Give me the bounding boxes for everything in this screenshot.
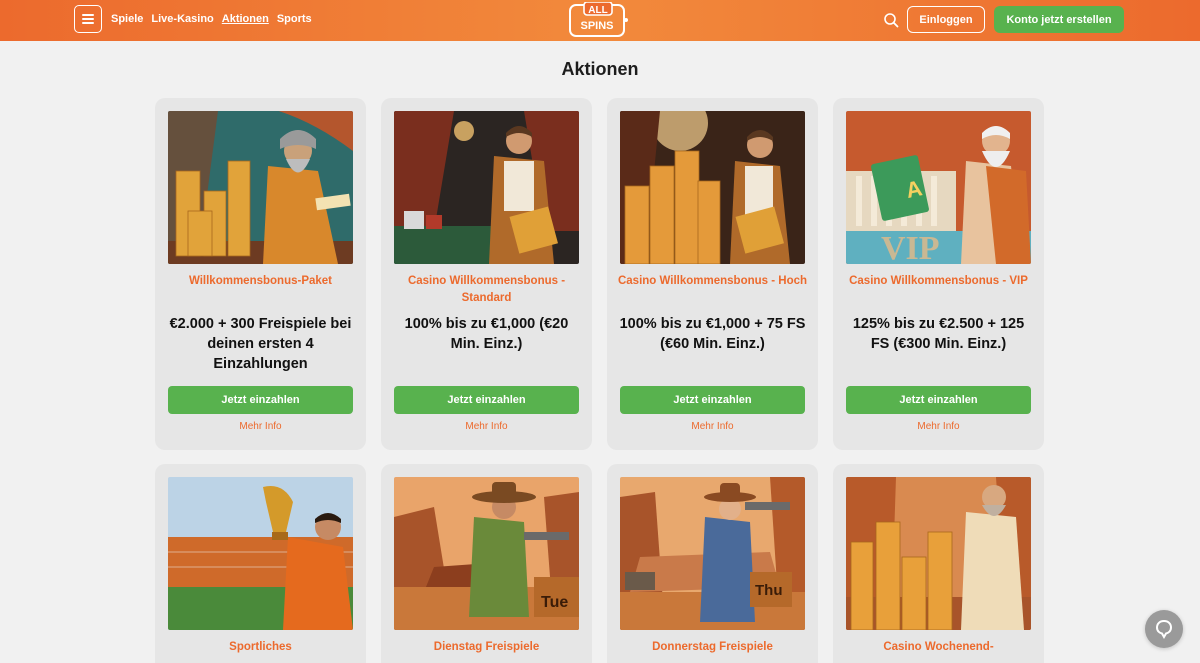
promo-card: Casino Willkommensbonus - Standard 100% … [381,98,592,450]
nav-aktionen[interactable]: Aktionen [222,12,269,26]
site-logo[interactable]: ALL SPINS [566,1,630,38]
promo-image-greek-coins [846,477,1031,630]
site-header: Spiele Live-Kasino Aktionen Sports ALL S… [0,0,1200,41]
promo-offer: 125% bis zu €2.500 + 125 FS (€300 Min. E… [852,316,1025,352]
more-info-link[interactable]: Mehr Info [394,421,579,432]
nav-sports[interactable]: Sports [277,12,312,26]
page-title: Aktionen [561,59,639,79]
more-info-link[interactable]: Mehr Info [846,421,1031,432]
svg-text:Thu: Thu [755,582,783,599]
promo-image-croupier-table [394,111,579,264]
promo-image-footballer [168,477,353,630]
deposit-button[interactable]: Jetzt einzahlen [394,386,579,414]
promo-title: Donnerstag Freispiele [652,641,773,653]
chat-bubble-icon [1155,619,1173,639]
svg-text:SPINS: SPINS [580,20,613,32]
more-info-link[interactable]: Mehr Info [620,421,805,432]
promo-offer: 100% bis zu €1,000 + 75 FS (€60 Min. Ein… [619,316,806,352]
promo-card: Willkommensbonus-Paket €2.000 + 300 Frei… [155,98,366,450]
hamburger-icon [82,14,94,24]
promo-offer: €2.000 + 300 Freispiele bei deinen erste… [169,316,352,372]
promo-title: Casino Willkommensbonus - Hoch [617,275,808,287]
nav-spiele[interactable]: Spiele [111,12,143,26]
promo-image-croupier-coins [620,111,805,264]
promo-offer: 100% bis zu €1,000 (€20 Min. Einz.) [404,316,569,352]
deposit-button[interactable]: Jetzt einzahlen [846,386,1031,414]
main-nav: Spiele Live-Kasino Aktionen Sports [111,12,312,26]
promo-title: Casino Wochenend- [883,641,994,653]
promo-title: Casino Willkommensbonus - Standard [407,275,566,304]
more-info-link[interactable]: Mehr Info [168,421,353,432]
svg-text:ALL: ALL [588,5,607,16]
promo-card: VIP A Casino Willkommensbonus - VIP 125%… [833,98,1044,450]
promo-image-zeus-vip: VIP A [846,111,1031,264]
promo-card: Casino Wochenend- [833,464,1044,663]
promo-title: Willkommensbonus-Paket [188,275,333,287]
menu-button[interactable] [74,5,102,33]
deposit-button[interactable]: Jetzt einzahlen [620,386,805,414]
svg-text:Tue: Tue [541,594,568,611]
chat-button[interactable] [1145,610,1183,648]
promo-card: Sportliches [155,464,366,663]
promo-title: Dienstag Freispiele [433,641,540,653]
promo-title: Sportliches [229,641,292,653]
search-icon[interactable] [883,12,899,28]
promo-card: Tue Dienstag Freispiele [381,464,592,663]
deposit-button[interactable]: Jetzt einzahlen [168,386,353,414]
promo-image-cowboy-tue: Tue [394,477,579,630]
promo-image-cowgirl-thu: Thu [620,477,805,630]
promo-title: Casino Willkommensbonus - VIP [849,275,1028,287]
promo-card: Thu Donnerstag Freispiele [607,464,818,663]
promo-card: Casino Willkommensbonus - Hoch 100% bis … [607,98,818,450]
login-button[interactable]: Einloggen [907,6,985,33]
register-button[interactable]: Konto jetzt erstellen [994,6,1124,33]
svg-text:VIP: VIP [881,230,940,264]
nav-live-kasino[interactable]: Live-Kasino [151,12,213,26]
promo-image-wizard [168,111,353,264]
